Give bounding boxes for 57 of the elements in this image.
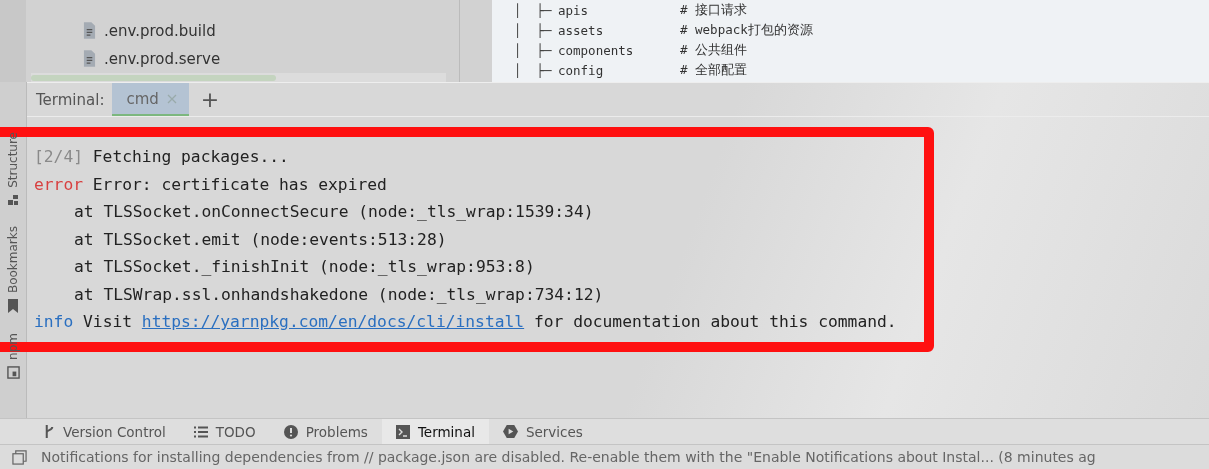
tool-window-tab[interactable]: Services	[488, 419, 597, 444]
terminal-text: for documentation about this command.	[532, 312, 897, 332]
file-icon	[83, 22, 96, 40]
notification-icon[interactable]	[12, 449, 27, 465]
scrollbar-thumb[interactable]	[31, 74, 276, 81]
side-tool-tab[interactable]: Structure	[6, 132, 20, 206]
session-tab[interactable]: cmd	[112, 83, 189, 116]
tab-label: Problems	[305, 423, 368, 440]
terminal-text: Fetching packages...	[91, 147, 289, 167]
tool-window-tab[interactable]: Version Control	[30, 419, 180, 444]
exclamation-icon	[283, 424, 298, 439]
tab-label: Terminal	[417, 423, 475, 440]
terminal-text: at TLSWrap.ssl.onhandshakedone (node:_tls_wrap:734:12)	[74, 284, 604, 304]
folder-name: config	[558, 62, 605, 78]
branch-icon	[44, 424, 55, 439]
tree-branch: │ ├─	[514, 42, 553, 58]
tab-label: Services	[525, 423, 583, 440]
terminal-text: Visit	[82, 312, 134, 332]
side-tool-tab[interactable]: npm	[6, 332, 20, 379]
error-tag: error	[34, 174, 83, 194]
tool-window-tab[interactable]: TODO	[179, 419, 270, 444]
structure-icon	[7, 193, 19, 206]
tool-window-tab[interactable]: Problems	[269, 419, 382, 444]
tab-label: TODO	[215, 423, 256, 440]
tree-branch: │ ├─	[514, 2, 553, 18]
folder-comment: # 全部配置	[680, 61, 748, 79]
docs-link[interactable]: https://yarnpkg.com/en/docs/cli/install	[141, 312, 525, 332]
npm-icon	[6, 365, 20, 379]
folder-name: apis	[558, 2, 590, 18]
tree-branch: │ ├─	[514, 22, 553, 38]
info-tag: info	[34, 312, 74, 332]
file-icon	[83, 50, 96, 68]
close-icon[interactable]	[166, 93, 177, 104]
folder-comment: # webpack打包的资源	[680, 21, 813, 39]
folder-name: assets	[558, 22, 605, 38]
tab-label: cmd	[126, 89, 159, 108]
folder-comment: # 接口请求	[680, 1, 748, 19]
terminal-text: at TLSSocket._finishInit (node:_tls_wrap:953:8)	[74, 257, 535, 277]
new-tab-button[interactable]: +	[188, 83, 232, 116]
terminal-text: at TLSSocket.emit (node:events:513:28)	[74, 229, 447, 249]
terminal-text: Error: certificate has expired	[91, 174, 387, 194]
terminal-label: Terminal:	[35, 90, 106, 109]
terminal-text: at TLSSocket.onConnectSecure (node:_tls_wrap:1539:34)	[74, 202, 594, 222]
side-tool-tab[interactable]: Bookmarks	[6, 225, 20, 313]
list-icon	[193, 425, 208, 438]
folder-comment: # 公共组件	[680, 41, 748, 59]
file-name[interactable]: .env.prod.serve	[104, 49, 221, 68]
folder-name: components	[558, 42, 635, 58]
file-name[interactable]: .env.prod.build	[104, 21, 216, 40]
tree-branch: │ ├─	[514, 62, 553, 78]
terminal-icon	[395, 424, 410, 439]
tab-label: Version Control	[63, 423, 166, 440]
bookmark-icon	[7, 298, 19, 313]
play-icon	[502, 424, 518, 439]
progress-tag: [2/4]	[34, 147, 83, 167]
status-message: Notifications for installing dependencies from // package.json are disabled. Re-enable them with the "Enable Notifications about Instal... (8 minutes ag	[41, 449, 1096, 465]
tool-window-tab[interactable]: Terminal	[381, 419, 489, 444]
